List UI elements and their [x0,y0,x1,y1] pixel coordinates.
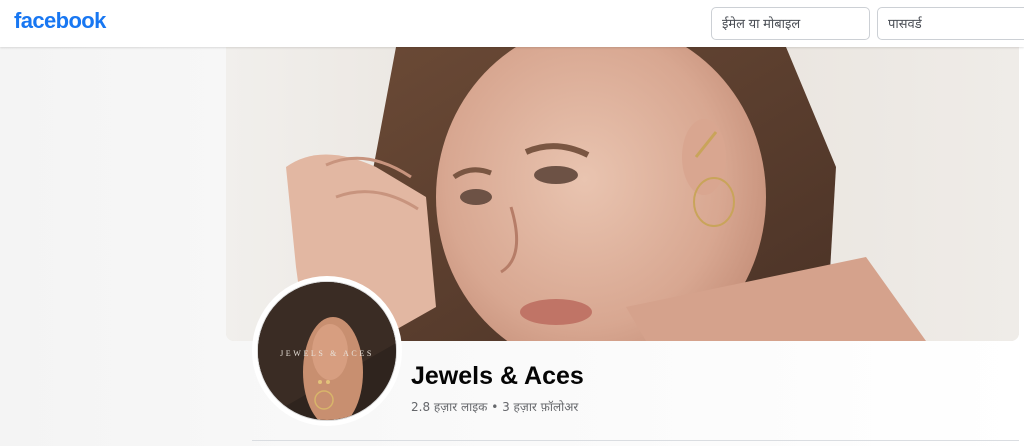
profile-picture: JEWELS & ACES [257,281,397,421]
followers-count-link[interactable]: 3 हज़ार फ़ॉलोअर [502,400,578,414]
profile-picture-frame[interactable]: JEWELS & ACES [252,276,402,426]
facebook-logo[interactable]: facebook [14,8,106,34]
password-input[interactable] [877,7,1024,40]
page-stats: 2.8 हज़ार लाइक • 3 हज़ार फ़ॉलोअर [411,398,578,415]
stats-separator: • [491,400,499,414]
likes-count-link[interactable]: 2.8 हज़ार लाइक [411,400,487,414]
page-title: Jewels & Aces [411,362,584,390]
section-divider [252,440,1019,441]
top-navigation-bar: facebook [0,0,1024,47]
profile-brand-logo: JEWELS & ACES [280,349,374,358]
email-or-mobile-input[interactable] [711,7,870,40]
